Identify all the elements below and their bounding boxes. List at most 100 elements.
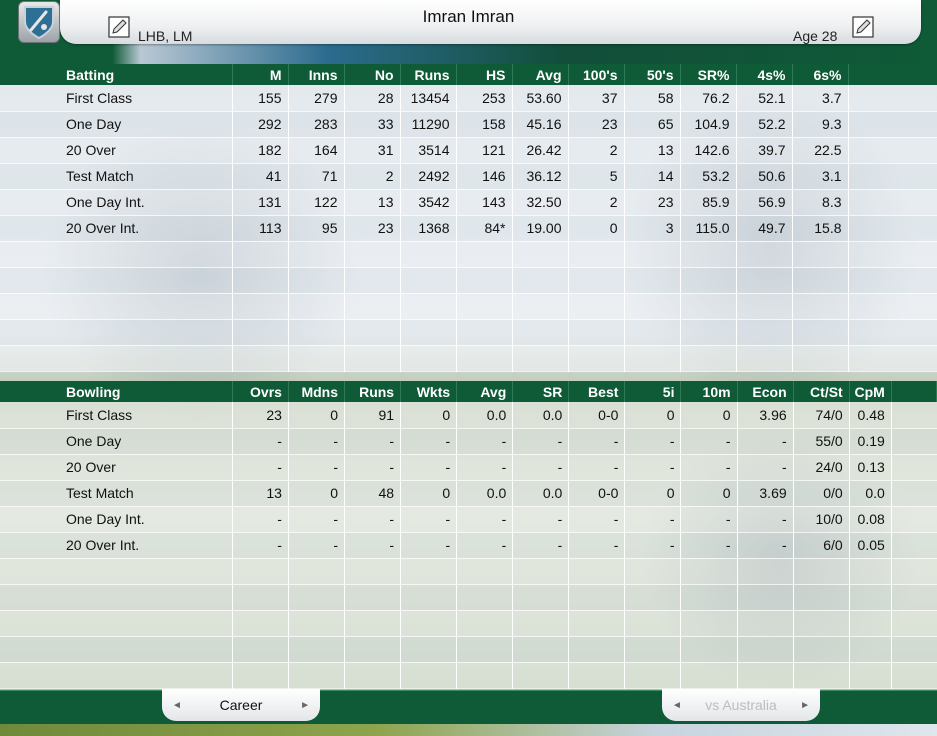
edit-style-button[interactable]: [108, 16, 130, 38]
column-header-avg[interactable]: Avg: [512, 64, 569, 85]
stat-cell: 0.13: [849, 454, 892, 481]
empty-table-row: [0, 267, 937, 294]
column-header-bowling[interactable]: Bowling: [0, 381, 233, 402]
row-label: [0, 610, 233, 637]
column-header-cpm[interactable]: CpM: [849, 381, 892, 402]
stat-cell: 6/0: [793, 532, 850, 559]
row-label: [0, 293, 233, 320]
next-arrow-icon[interactable]: ►: [300, 700, 310, 711]
previous-arrow-icon[interactable]: ◄: [172, 700, 182, 711]
opponent-tab-selector[interactable]: ◄ vs Australia ►: [662, 689, 820, 721]
stat-cell: 15.8: [792, 215, 849, 242]
table-row[interactable]: One Day Int. 131 122 13 3542 143 32.50 2 23 85.9 5…: [0, 189, 937, 216]
stat-cell: 0-0: [568, 480, 626, 507]
row-label: One Day: [0, 111, 233, 138]
table-row[interactable]: 20 Over Int. - - - - - - - - - -6/0 0.05: [0, 532, 937, 559]
stat-cell: 0: [288, 402, 346, 429]
stat-cell: 13: [624, 137, 681, 164]
stat-cell: 24/0: [793, 454, 850, 481]
stat-cell: [288, 241, 345, 268]
table-row[interactable]: First Class 23 0 91 0 0.0 0.0 0-0 0 0 3.96 74/0 0.48: [0, 402, 937, 429]
stat-cell: 0.08: [849, 506, 892, 533]
stat-cell: [736, 319, 793, 346]
stat-cell: 10/0: [793, 506, 850, 533]
stat-cell: 3.69: [737, 480, 794, 507]
stat-cell: [400, 241, 457, 268]
table-row[interactable]: 20 Over - - - - - - - - - -24/0 0.13: [0, 454, 937, 481]
stat-cell: [624, 267, 681, 294]
stat-cell: -: [512, 532, 570, 559]
stat-cell: [624, 584, 682, 611]
stat-cell: 74/0: [793, 402, 850, 429]
column-header-hs[interactable]: HS: [456, 64, 513, 85]
table-row[interactable]: One Day - - - - - - - - - -55/0 0.19: [0, 428, 937, 455]
column-header-runs[interactable]: Runs: [400, 64, 457, 85]
column-header-5i[interactable]: 5i: [624, 381, 682, 402]
column-header-mdns[interactable]: Mdns: [288, 381, 346, 402]
stat-cell: -: [680, 428, 738, 455]
stat-cell: 5: [568, 163, 625, 190]
previous-arrow-icon[interactable]: ◄: [672, 700, 682, 711]
column-header-inns[interactable]: Inns: [288, 64, 345, 85]
column-header-m[interactable]: M: [232, 64, 289, 85]
padding-cell: [848, 267, 937, 294]
row-label: Test Match: [0, 480, 233, 507]
stat-cell: [344, 241, 401, 268]
stat-cell: 0: [288, 480, 346, 507]
stat-cell: [568, 241, 625, 268]
next-arrow-icon[interactable]: ►: [800, 700, 810, 711]
stat-cell: [288, 267, 345, 294]
stat-cell: [737, 662, 794, 689]
table-row[interactable]: 20 Over Int. 113 95 23 1368 84* 19.00 0 3 115.0 49…: [0, 215, 937, 242]
career-tab-selector[interactable]: ◄ Career ►: [162, 689, 320, 721]
column-header-10m[interactable]: 10m: [680, 381, 738, 402]
table-row[interactable]: One Day 292 283 33 11290 158 45.16 23 65 104.9 52.…: [0, 111, 937, 138]
stat-cell: -: [344, 506, 402, 533]
edit-player-button[interactable]: [852, 16, 874, 38]
column-header-avg[interactable]: Avg: [456, 381, 514, 402]
column-header-econ[interactable]: Econ: [737, 381, 794, 402]
stat-cell: [512, 558, 570, 585]
stat-cell: [232, 558, 289, 585]
stat-cell: [288, 584, 346, 611]
column-header-4s[interactable]: 4s%: [736, 64, 793, 85]
bottom-accent-strip: [0, 724, 937, 736]
stat-cell: 31: [344, 137, 401, 164]
stat-cell: 146: [456, 163, 513, 190]
column-header-sr[interactable]: SR%: [680, 64, 737, 85]
column-header-100s[interactable]: 100's: [568, 64, 625, 85]
stat-cell: -: [400, 428, 458, 455]
table-row[interactable]: Test Match 41 71 2 2492 146 36.12 5 14 53.2 50.6 3.…: [0, 163, 937, 190]
table-row[interactable]: Test Match 13 0 48 0 0.0 0.0 0-0 0 0 3.69 0/0 0.0: [0, 480, 937, 507]
column-header-sr[interactable]: SR: [512, 381, 570, 402]
column-header-best[interactable]: Best: [568, 381, 626, 402]
column-header-wkts[interactable]: Wkts: [400, 381, 458, 402]
row-label: [0, 662, 233, 689]
stat-cell: [680, 558, 738, 585]
stat-cell: -: [512, 506, 570, 533]
stat-cell: -: [624, 454, 682, 481]
table-row[interactable]: 20 Over 182 164 31 3514 121 26.42 2 13 142.6 39.7 2…: [0, 137, 937, 164]
column-header-no[interactable]: No: [344, 64, 401, 85]
stat-cell: [624, 610, 682, 637]
row-label: One Day Int.: [0, 506, 233, 533]
stat-cell: [344, 319, 401, 346]
stat-cell: [680, 241, 737, 268]
stat-cell: 52.2: [736, 111, 793, 138]
empty-table-row: [0, 662, 937, 689]
stat-cell: 22.5: [792, 137, 849, 164]
column-header-batting[interactable]: Batting: [0, 64, 233, 85]
column-header-6s[interactable]: 6s%: [792, 64, 849, 85]
column-header-50s[interactable]: 50's: [624, 64, 681, 85]
stat-cell: [288, 558, 346, 585]
column-header-ctst[interactable]: Ct/St: [793, 381, 850, 402]
stat-cell: [232, 267, 289, 294]
stat-cell: 0: [680, 480, 738, 507]
table-row[interactable]: One Day Int. - - - - - - - - - -10/0 0.08: [0, 506, 937, 533]
column-header-runs[interactable]: Runs: [344, 381, 402, 402]
stat-cell: [456, 662, 514, 689]
column-header-ovrs[interactable]: Ovrs: [232, 381, 289, 402]
table-row[interactable]: First Class 155 279 28 13454 253 53.60 37 58 76.2…: [0, 85, 937, 112]
padding-cell: [891, 532, 937, 559]
batting-bowling-style: LHB, LM: [138, 28, 193, 44]
